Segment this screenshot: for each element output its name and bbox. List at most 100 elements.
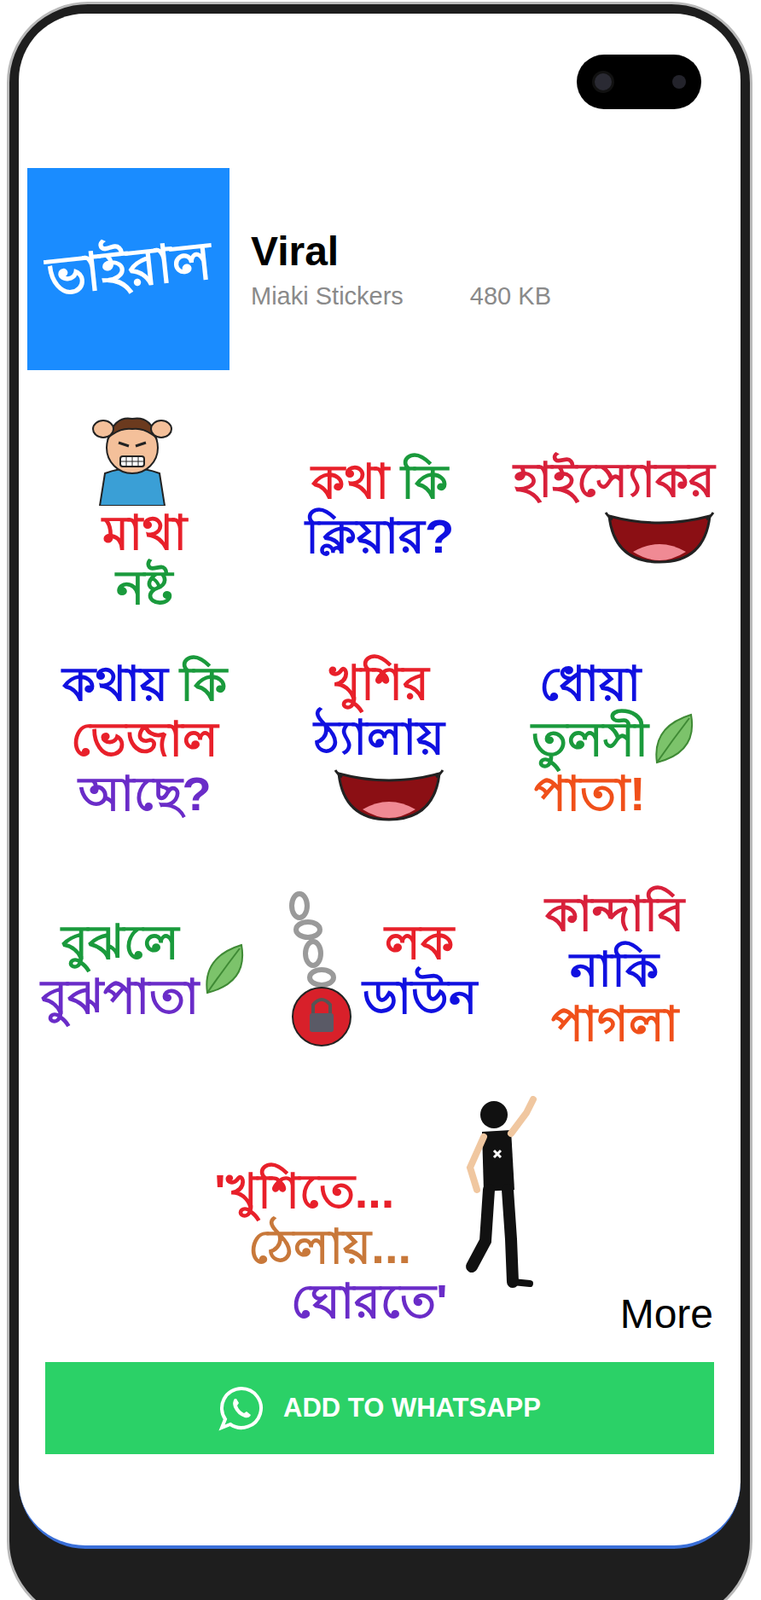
leaf-icon — [200, 940, 249, 1000]
sticker-text: খুশিরঠ্যালায় — [313, 656, 445, 767]
sticker[interactable]: কান্দাবিনাকিপাগলা — [497, 854, 732, 1086]
sticker-word: খুশির — [329, 656, 430, 711]
camera-lens-icon — [592, 70, 615, 93]
sticker-word: ক্লিয়ার? — [305, 509, 454, 564]
sticker-art — [81, 403, 184, 506]
sticker-text: কান্দাবিনাকিপাগলা — [545, 887, 685, 1052]
sticker-line: ক্লিয়ার? — [305, 509, 454, 564]
sticker-art — [451, 1096, 546, 1293]
sticker-line: পাগলা — [551, 997, 679, 1052]
sticker-word: পাগলা — [551, 997, 679, 1052]
screen: ভাইরালViralMiaki Stickers480 KBমাথানষ্টক… — [18, 13, 741, 1550]
sticker-art — [200, 940, 249, 1000]
sticker-line: নষ্ট — [116, 560, 174, 616]
sticker-line: ঠেলায়... — [248, 1219, 412, 1275]
content: ভাইরালViralMiaki Stickers480 KBমাথানষ্টক… — [18, 13, 741, 1455]
pack-title: Viral — [250, 227, 552, 275]
sticker-art — [604, 511, 715, 566]
sticker[interactable]: লকডাউন — [261, 854, 497, 1086]
sticker-text: কথায়কিভেজালআছে? — [62, 656, 227, 822]
laughing-mouth-icon — [333, 768, 445, 824]
sticker-text: ধোয়াতুলসীপাতা! — [531, 656, 649, 822]
sticker-word: কি — [400, 454, 448, 510]
sticker-line: পাতা! — [534, 766, 646, 822]
sticker-line: নাকি — [569, 942, 659, 998]
sticker-line: ধোয়া — [539, 656, 641, 712]
sticker-word: আছে? — [78, 766, 212, 822]
sticker[interactable]: বুঝলেবুঝপাতা — [27, 854, 262, 1086]
sticker-word: ভেজাল — [70, 712, 219, 767]
sticker-text: মাথানষ্ট — [102, 505, 187, 616]
add-to-whatsapp-button[interactable]: ADD TO WHATSAPP — [45, 1362, 715, 1455]
sticker-line: 'খুশিতে... — [214, 1164, 395, 1220]
sticker-text: হাইস্যোকর — [513, 453, 715, 508]
sticker-body: মাথানষ্ট — [81, 403, 210, 616]
sticker-word: হাইস্যোকর — [513, 453, 715, 508]
last-sticker-row: 'খুশিতে...ঠেলায়...ঘোরতে' More — [27, 1085, 732, 1342]
sticker-body: লকডাউন — [282, 888, 477, 1052]
sticker-word: ঠেলায়... — [248, 1219, 412, 1275]
pack-size: 480 KB — [470, 281, 552, 312]
sticker-word: 'খুশিতে... — [214, 1164, 395, 1220]
sticker-word: নাকি — [569, 942, 659, 998]
sticker-word: কান্দাবি — [545, 887, 685, 942]
sticker-body: খুশিরঠ্যালায় — [313, 656, 445, 825]
sticker-text: কথাকিক্লিয়ার? — [305, 454, 454, 565]
sticker-body: কথায়কিভেজালআছে? — [62, 656, 227, 822]
sticker[interactable]: মাথানষ্ট — [27, 394, 262, 625]
sticker-body: কথাকিক্লিয়ার? — [305, 454, 454, 565]
sticker-line: কথায়কি — [62, 656, 227, 712]
pack-logo: ভাইরাল — [27, 168, 230, 371]
button-label: ADD TO WHATSAPP — [283, 1392, 541, 1424]
chain-lock-icon — [282, 888, 360, 1052]
sticker-line: ঘোরতে' — [290, 1274, 448, 1330]
sticker-art — [282, 888, 360, 1052]
pack-meta: Miaki Stickers 480 KB — [250, 281, 552, 312]
pack-author: Miaki Stickers — [250, 281, 404, 312]
sticker-line: বুঝপাতা — [40, 970, 199, 1025]
dancing-man-icon — [451, 1096, 546, 1293]
sticker-word: তুলসী — [531, 712, 649, 767]
sticker[interactable]: খুশিরঠ্যালায় — [261, 624, 497, 855]
sticker-line: লক — [384, 915, 454, 971]
sticker-body: ধোয়াতুলসীপাতা! — [531, 656, 698, 822]
sticker-line: হাইস্যোকর — [513, 453, 715, 508]
sticker[interactable]: ধোয়াতুলসীপাতা! — [497, 624, 732, 855]
sticker-word: কি — [180, 656, 227, 712]
sticker-art — [650, 709, 698, 770]
sticker[interactable]: কথাকিক্লিয়ার? — [261, 394, 497, 625]
phone-frame: ভাইরালViralMiaki Stickers480 KBমাথানষ্টক… — [6, 1, 753, 1600]
sticker-word: পাতা! — [534, 766, 646, 822]
sticker-word: নষ্ট — [116, 560, 174, 616]
sticker-word: ঠ্যালায় — [313, 710, 445, 766]
sticker-word: লক — [384, 915, 454, 971]
sticker-line: ঠ্যালায় — [313, 710, 445, 766]
pack-header: ভাইরাল Viral Miaki Stickers 480 KB — [27, 168, 732, 371]
sticker-line: খুশির — [329, 656, 430, 711]
leaf-icon — [650, 709, 698, 770]
whatsapp-icon — [218, 1385, 265, 1432]
sticker-line: ভেজাল — [70, 712, 219, 767]
sticker-grid: মাথানষ্টকথাকিক্লিয়ার?হাইস্যোকরকথায়কিভে… — [27, 394, 732, 1086]
sticker-line: বুঝলে — [61, 915, 180, 971]
camera-sensor-icon — [672, 75, 686, 89]
sticker-body: বুঝলেবুঝপাতা — [40, 915, 249, 1026]
sticker-word: ঘোরতে' — [290, 1274, 448, 1330]
sticker-word: মাথা — [102, 505, 187, 561]
sticker-art — [333, 768, 445, 824]
sticker-line: কথাকি — [311, 454, 448, 510]
more-link[interactable]: More — [620, 1289, 714, 1340]
sticker-word: বুঝপাতা — [40, 970, 199, 1025]
sticker[interactable]: কথায়কিভেজালআছে? — [27, 624, 262, 855]
sticker-text: লকডাউন — [362, 915, 477, 1026]
sticker-word: বুঝলে — [61, 915, 180, 971]
sticker[interactable]: হাইস্যোকর — [497, 394, 732, 625]
laughing-mouth-icon — [604, 511, 715, 566]
camera-cutout — [576, 54, 702, 110]
sticker[interactable]: 'খুশিতে...ঠেলায়...ঘোরতে' — [214, 1085, 545, 1342]
sticker-body: কান্দাবিনাকিপাগলা — [545, 887, 685, 1052]
sticker-word: কথা — [311, 454, 390, 510]
sticker-line: কান্দাবি — [545, 887, 685, 942]
sticker-word: কথায় — [62, 656, 169, 712]
sticker-word: ধোয়া — [539, 656, 641, 712]
